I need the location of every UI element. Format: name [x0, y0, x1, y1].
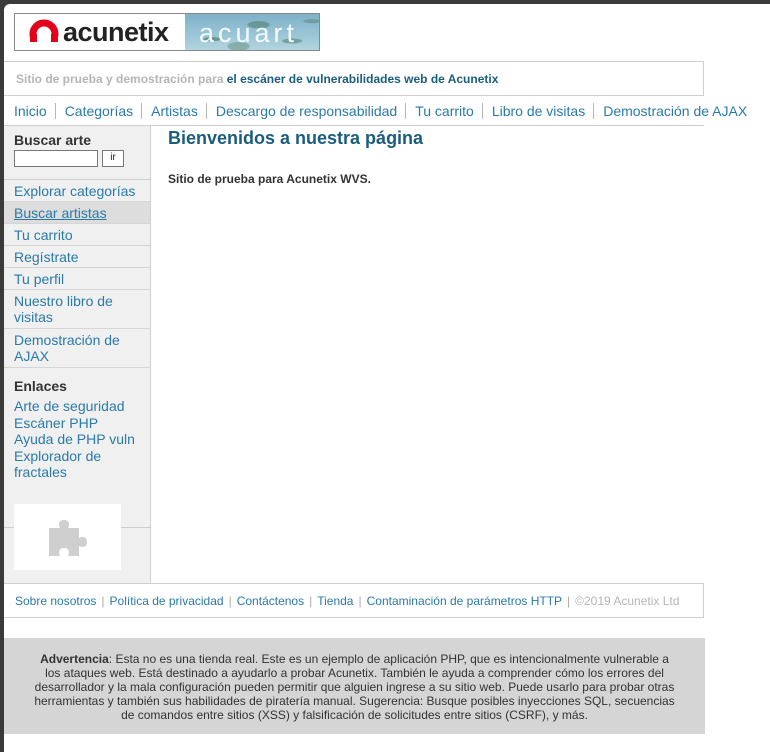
footer-about[interactable]: Sobre nosotros — [15, 594, 96, 608]
page-title: Bienvenidos a nuestra página — [168, 128, 424, 148]
acuart-wordmark: acuart — [199, 18, 299, 48]
footer-contact[interactable]: Contáctenos — [237, 594, 304, 608]
sidebar-item-signup[interactable]: Regístrate — [4, 246, 150, 268]
sidebar-item-guestbook[interactable]: Nuestro libro de visitas — [4, 290, 150, 329]
footer-separator: | — [358, 593, 362, 608]
tagline: Sitio de prueba y demostración para el e… — [4, 61, 704, 96]
sidebar-item-profile[interactable]: Tu perfil — [4, 268, 150, 290]
nav-cart[interactable]: Tu carrito — [405, 103, 482, 119]
nav-categories[interactable]: Categorías — [54, 103, 141, 119]
warning-box: Advertencia: Esta no es una tienda real.… — [4, 638, 705, 734]
acunetix-wordmark: acunetix — [63, 16, 169, 47]
search-go-button[interactable]: ir — [102, 150, 124, 167]
nav-disclaimer[interactable]: Descargo de responsabilidad — [205, 103, 405, 119]
footer-separator: | — [567, 593, 571, 608]
warning-text: : Esta no es una tienda real. Este es un… — [34, 652, 675, 722]
acuart-logo: acuart — [185, 14, 319, 50]
top-navigation: Inicio Categorías Artistas Descargo de r… — [4, 97, 747, 126]
footer-separator: | — [309, 593, 313, 608]
link-fractal-explorer[interactable]: Explorador de fractales — [14, 448, 140, 481]
page: acunetix acuart Sitio de prueba y demost… — [4, 4, 770, 752]
link-php-vuln-help[interactable]: Ayuda de PHP vuln — [14, 431, 140, 448]
footer-links: Sobre nosotros | Política de privacidad … — [4, 583, 704, 618]
footer-separator: | — [228, 593, 232, 608]
footer-shop[interactable]: Tienda — [317, 594, 353, 608]
link-security-art[interactable]: Arte de seguridad — [14, 398, 140, 415]
sidebar-item-cart[interactable]: Tu carrito — [4, 224, 150, 246]
acunetix-logo: acunetix — [15, 14, 185, 50]
warning-label: Advertencia — [40, 652, 109, 666]
sidebar-item-browse-artists[interactable]: Buscar artistas — [4, 202, 150, 224]
search-row: ir — [14, 150, 150, 167]
nav-guestbook[interactable]: Libro de visitas — [481, 103, 593, 119]
tagline-strong[interactable]: el escáner de vulnerabilidades web de Ac… — [227, 72, 499, 86]
search-art-box: Buscar arte ir — [4, 126, 150, 180]
nav-artists[interactable]: Artistas — [141, 103, 206, 119]
sidebar: Buscar arte ir Explorar categorías Busca… — [4, 126, 151, 583]
site-logo[interactable]: acunetix acuart — [14, 13, 320, 51]
main-text: Sitio de prueba para Acunetix WVS. — [168, 172, 371, 186]
link-php-scanner[interactable]: Escáner PHP — [14, 415, 140, 432]
sidebar-item-browse-categories[interactable]: Explorar categorías — [4, 180, 150, 202]
search-input[interactable] — [14, 150, 98, 167]
sidebar-item-ajax-demo[interactable]: Demostración de AJAX — [4, 329, 150, 368]
search-art-title: Buscar arte — [14, 132, 92, 148]
footer-privacy[interactable]: Política de privacidad — [110, 594, 224, 608]
tagline-muted: Sitio de prueba y demostración para — [16, 72, 224, 86]
nav-home[interactable]: Inicio — [4, 103, 55, 119]
main-content: Bienvenidos a nuestra página Sitio de pr… — [168, 126, 698, 186]
plugin-placeholder — [14, 504, 121, 570]
footer-separator: | — [101, 593, 105, 608]
footer-copyright: ©2019 Acunetix Ltd — [575, 593, 680, 608]
nav-ajax-demo[interactable]: Demostración de AJAX — [593, 103, 755, 119]
footer-http-pollution[interactable]: Contaminación de parámetros HTTP — [367, 594, 562, 608]
acunetix-logo-mark-icon — [29, 19, 59, 45]
puzzle-icon — [48, 520, 87, 556]
links-heading: Enlaces — [14, 378, 67, 394]
